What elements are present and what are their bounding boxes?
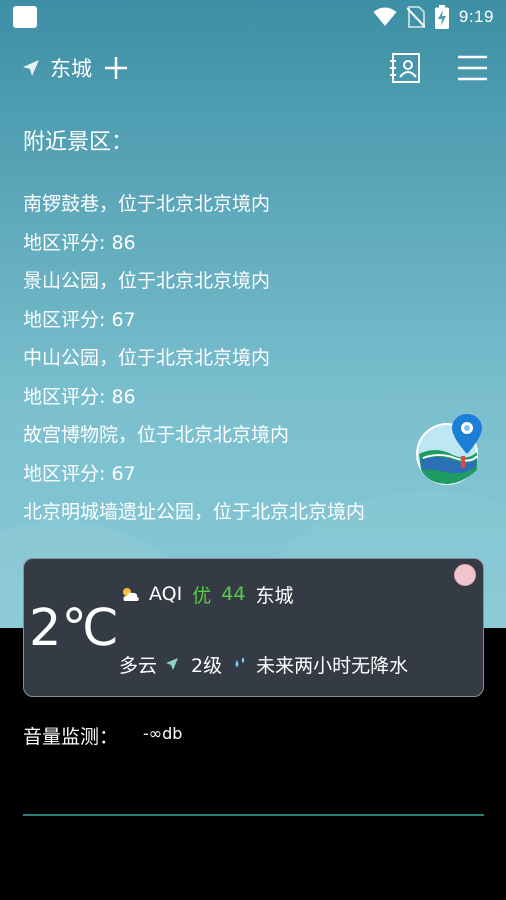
no-sim-icon xyxy=(406,6,425,28)
nearby-attractions-title: 附近景区： xyxy=(23,130,134,155)
precipitation-forecast: 未来两小时无降水 xyxy=(256,654,409,677)
status-icons: 9:19 xyxy=(373,4,494,30)
battery-charging-icon xyxy=(434,5,449,29)
aqi-line: AQI 优 44 东城 xyxy=(119,581,293,607)
weather-details-line: 多云 2级 未来两小时无降水 xyxy=(119,651,408,677)
aqi-label: AQI xyxy=(149,583,183,605)
wind-direction-icon xyxy=(166,658,179,670)
sound-level-value: -∞db xyxy=(143,724,183,743)
attraction-name[interactable]: 中山公园，位于北京北京境内 xyxy=(23,340,493,379)
partly-cloudy-icon xyxy=(123,588,139,601)
app-header: 东城 xyxy=(0,48,506,88)
weather-city: 东城 xyxy=(255,584,294,607)
attraction-name[interactable]: 北京明城墙遗址公园，位于北京北京境内 xyxy=(23,494,493,533)
temperature: 2℃ xyxy=(29,599,119,658)
contact-book-icon[interactable] xyxy=(390,52,422,84)
attraction-score: 地区评分: 67 xyxy=(23,308,136,331)
app-notification-icon xyxy=(13,6,37,28)
weather-card[interactable]: 2℃ AQI 优 44 东城 多云 2级 未来两小时无降水 xyxy=(23,558,484,697)
status-time: 9:19 xyxy=(458,7,494,26)
sound-monitor-label: 音量监测： xyxy=(23,726,119,748)
aqi-level: 优 xyxy=(192,584,212,607)
attraction-name[interactable]: 南锣鼓巷，位于北京北京境内 xyxy=(23,186,493,225)
attraction-name[interactable]: 景山公园，位于北京北京境内 xyxy=(23,263,493,302)
navigation-arrow-icon xyxy=(23,60,39,76)
status-bar: 9:19 xyxy=(0,0,506,34)
attraction-score: 地区评分: 86 xyxy=(23,231,136,254)
plus-icon[interactable] xyxy=(103,55,129,81)
wifi-icon xyxy=(373,7,397,26)
current-city: 东城 xyxy=(50,57,92,81)
card-action-icon[interactable] xyxy=(454,564,476,586)
raindrop-icon xyxy=(235,657,245,667)
location-selector[interactable]: 东城 xyxy=(22,53,92,83)
weather-condition: 多云 xyxy=(119,654,158,677)
wind-level: 2级 xyxy=(191,654,223,677)
divider xyxy=(23,814,484,816)
map-location-icon[interactable] xyxy=(415,414,485,488)
attraction-score: 地区评分: 86 xyxy=(23,385,136,408)
hamburger-menu-icon[interactable] xyxy=(456,54,488,82)
aqi-value: 44 xyxy=(221,583,246,605)
